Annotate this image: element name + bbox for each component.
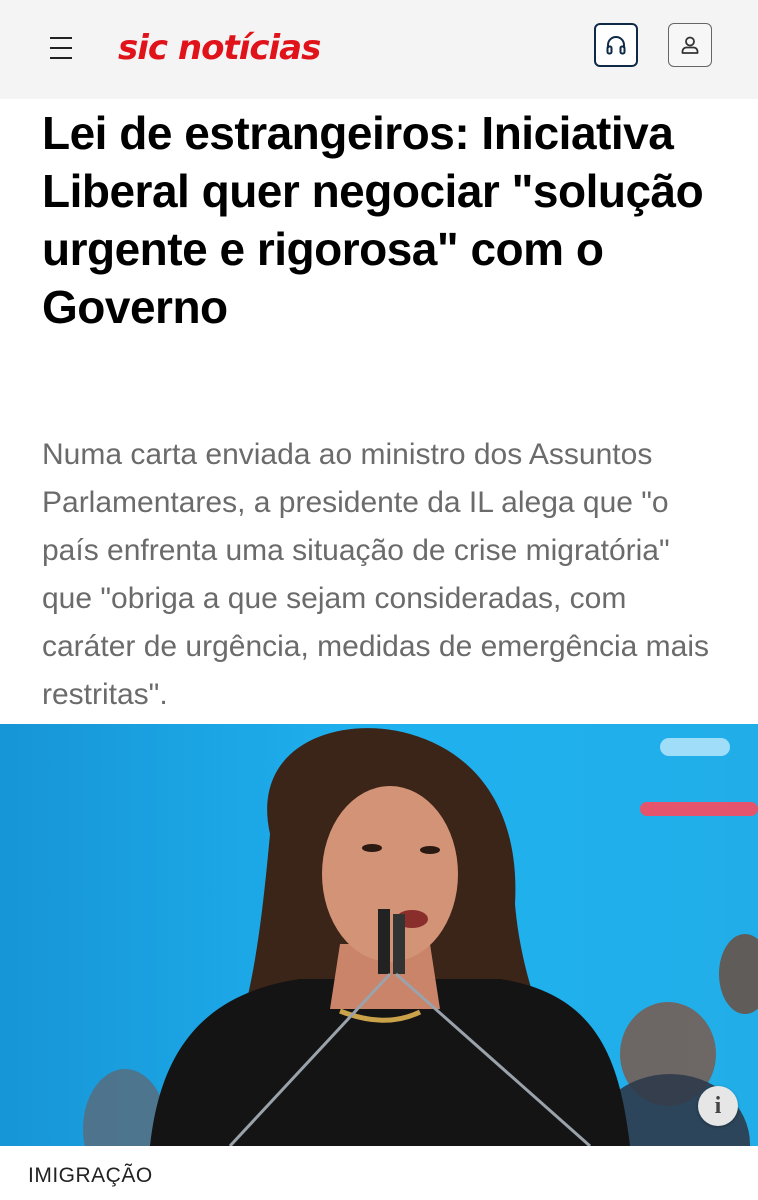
- site-logo[interactable]: sic notícias: [118, 28, 321, 68]
- hamburger-menu-icon: [50, 37, 72, 39]
- image-info-button[interactable]: i: [698, 1086, 738, 1126]
- headphones-icon: [606, 36, 626, 55]
- user-account-button[interactable]: [668, 23, 712, 67]
- article-category[interactable]: IMIGRAÇÃO: [28, 1164, 153, 1188]
- info-icon: i: [714, 1092, 722, 1119]
- audio-button[interactable]: [594, 23, 638, 67]
- menu-button[interactable]: [48, 33, 78, 59]
- article-lead: Numa carta enviada ao ministro dos Assun…: [42, 438, 710, 711]
- top-bar: sic notícias: [0, 0, 758, 99]
- user-icon: [681, 36, 699, 54]
- speaker-photo: [0, 724, 758, 1146]
- article-hero-image[interactable]: [0, 724, 758, 1146]
- article-headline: Lei de estrangeiros: Iniciativa Liberal …: [42, 107, 704, 333]
